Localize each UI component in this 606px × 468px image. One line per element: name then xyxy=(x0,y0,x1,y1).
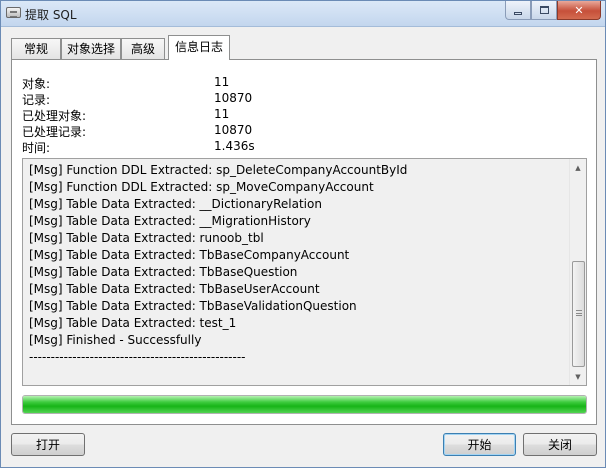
summary-label: 已处理对象: xyxy=(22,109,87,123)
scrollbar-thumb[interactable] xyxy=(572,261,585,367)
summary-value: 1.436s xyxy=(214,139,255,153)
grip-icon xyxy=(576,310,582,316)
close-window-button[interactable]: ✕ xyxy=(557,1,601,20)
tab-object-selection[interactable]: 对象选择 xyxy=(61,38,121,60)
summary-value: 11 xyxy=(214,107,230,121)
tab-advanced[interactable]: 高级 xyxy=(121,38,165,60)
maximize-button[interactable] xyxy=(531,1,557,20)
log-line: [Msg] Table Data Extracted: TbBaseUserAc… xyxy=(29,282,320,296)
log-line: [Msg] Table Data Extracted: __MigrationH… xyxy=(29,214,311,228)
log-line: [Msg] Table Data Extracted: __Dictionary… xyxy=(29,197,322,211)
start-button[interactable]: 开始 xyxy=(443,433,516,456)
tab-info-log[interactable]: 信息日志 xyxy=(168,35,230,60)
caption-buttons: ✕ xyxy=(505,1,601,21)
summary-value: 11 xyxy=(214,75,230,89)
open-button[interactable]: 打开 xyxy=(11,433,85,456)
progress-bar xyxy=(22,395,587,414)
log-line: [Msg] Function DDL Extracted: sp_DeleteC… xyxy=(29,163,408,177)
log-line: [Msg] Table Data Extracted: TbBaseValida… xyxy=(29,299,357,313)
summary-value: 10870 xyxy=(214,123,253,137)
title-bar[interactable]: 提取 SQL ✕ xyxy=(1,1,605,27)
database-icon xyxy=(6,7,21,18)
log-line: [Msg] Function DDL Extracted: sp_MoveCom… xyxy=(29,180,374,194)
minimize-button[interactable] xyxy=(505,1,531,20)
window-title: 提取 SQL xyxy=(25,8,77,22)
log-separator: ----------------------------------------… xyxy=(29,350,246,364)
summary-label: 对象: xyxy=(22,77,51,91)
tab-general[interactable]: 常规 xyxy=(11,38,61,60)
summary-label: 已处理记录: xyxy=(22,125,87,139)
scroll-down-arrow-icon[interactable]: ▼ xyxy=(570,368,586,385)
summary-label: 时间: xyxy=(22,141,51,155)
close-button[interactable]: 关闭 xyxy=(523,433,597,456)
minimize-icon xyxy=(514,11,522,15)
summary-label: 记录: xyxy=(22,93,51,107)
log-line: [Msg] Table Data Extracted: test_1 xyxy=(29,316,237,330)
info-log-panel: 对象: 11 记录: 10870 已处理对象: 11 已处理记录: 10870 … xyxy=(11,59,597,425)
log-line: [Msg] Table Data Extracted: TbBaseCompan… xyxy=(29,248,350,262)
message-log[interactable]: [Msg] Function DDL Extracted: sp_DeleteC… xyxy=(22,158,587,386)
close-icon: ✕ xyxy=(574,3,584,17)
log-line: [Msg] Table Data Extracted: TbBaseQuesti… xyxy=(29,265,298,279)
maximize-icon xyxy=(539,6,549,14)
extract-sql-window: 提取 SQL ✕ 常规 对象选择 高级 信息日志 对象: 11 记录: 1087… xyxy=(0,0,606,468)
log-line: [Msg] Table Data Extracted: runoob_tbl xyxy=(29,231,264,245)
progress-fill xyxy=(23,396,586,413)
log-lines: [Msg] Function DDL Extracted: sp_DeleteC… xyxy=(29,162,567,366)
summary-value: 10870 xyxy=(214,91,253,105)
scroll-up-arrow-icon[interactable]: ▲ xyxy=(570,159,586,176)
log-scrollbar[interactable]: ▲ ▼ xyxy=(569,159,586,385)
log-line: [Msg] Finished - Successfully xyxy=(29,333,202,347)
